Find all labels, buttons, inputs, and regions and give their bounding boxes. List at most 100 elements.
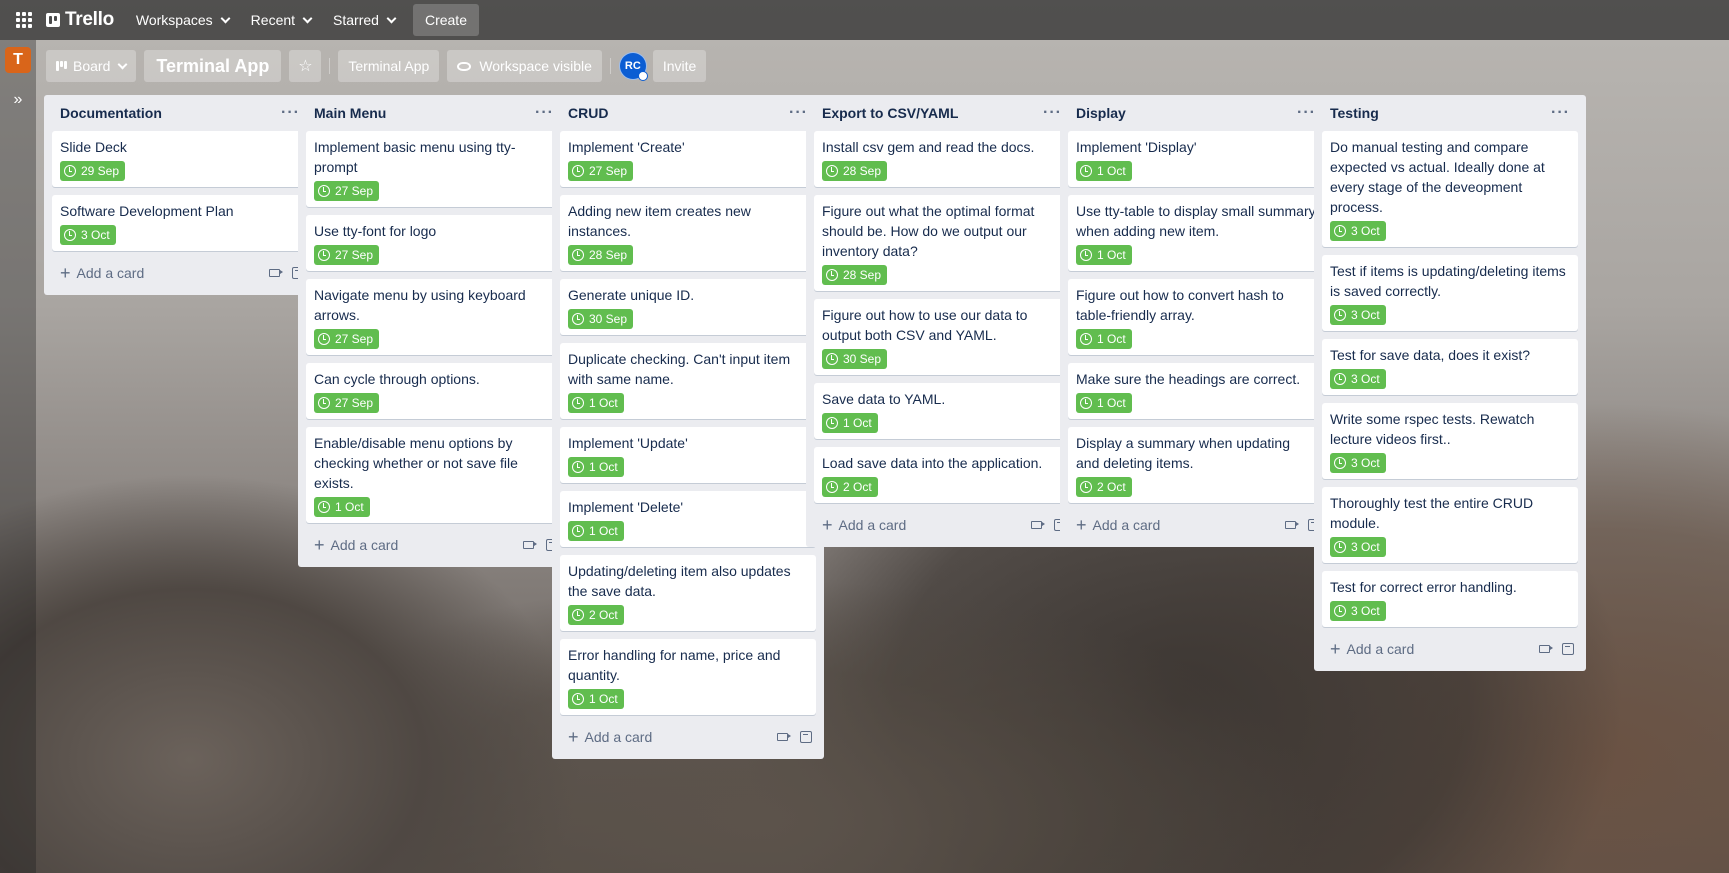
card[interactable]: Test for correct error handling. 3 Oct xyxy=(1322,571,1578,627)
card[interactable]: Implement 'Delete' 1 Oct xyxy=(560,491,816,547)
due-date-badge[interactable]: 2 Oct xyxy=(568,605,624,625)
card[interactable]: Enable/disable menu options by checking … xyxy=(306,427,562,523)
due-date-badge[interactable]: 3 Oct xyxy=(1330,453,1386,473)
add-card-button[interactable]: + Add a card xyxy=(1330,640,1414,658)
list-header[interactable]: Main Menu ··· xyxy=(306,95,562,131)
record-video-icon[interactable] xyxy=(777,733,791,741)
card[interactable]: Software Development Plan 3 Oct xyxy=(52,195,308,251)
card[interactable]: Error handling for name, price and quant… xyxy=(560,639,816,715)
nav-recent[interactable]: Recent xyxy=(241,4,321,36)
card[interactable]: Figure out how to use our data to output… xyxy=(814,299,1070,375)
card[interactable]: Implement 'Display' 1 Oct xyxy=(1068,131,1324,187)
list-header[interactable]: Display ··· xyxy=(1068,95,1324,131)
add-card-button[interactable]: + Add a card xyxy=(568,728,652,746)
due-date-badge[interactable]: 1 Oct xyxy=(1076,161,1132,181)
nav-workspaces[interactable]: Workspaces xyxy=(126,4,239,36)
workspace-button[interactable]: Terminal App xyxy=(338,50,440,82)
card[interactable]: Implement basic menu using tty-prompt 27 … xyxy=(306,131,562,207)
due-date-badge[interactable]: 1 Oct xyxy=(314,497,370,517)
trello-logo[interactable]: Trello xyxy=(46,9,114,31)
list-title[interactable]: Export to CSV/YAML xyxy=(822,105,958,121)
create-button[interactable]: Create xyxy=(412,4,479,36)
due-date-badge[interactable]: 3 Oct xyxy=(1330,601,1386,621)
card[interactable]: Implement 'Update' 1 Oct xyxy=(560,427,816,483)
due-date-badge[interactable]: 3 Oct xyxy=(1330,221,1386,241)
list-header[interactable]: Export to CSV/YAML ··· xyxy=(814,95,1070,131)
card[interactable]: Do manual testing and compare expected v… xyxy=(1322,131,1578,247)
due-date-badge[interactable]: 1 Oct xyxy=(1076,393,1132,413)
card[interactable]: Make sure the headings are correct. 1 Oct xyxy=(1068,363,1324,419)
due-date-badge[interactable]: 28 Sep xyxy=(568,245,634,265)
due-date-badge[interactable]: 2 Oct xyxy=(822,477,878,497)
due-date-badge[interactable]: 27 Sep xyxy=(314,329,380,349)
due-date-badge[interactable]: 28 Sep xyxy=(822,265,888,285)
due-date-badge[interactable]: 1 Oct xyxy=(1076,329,1132,349)
list-header[interactable]: CRUD ··· xyxy=(560,95,816,131)
list-header[interactable]: Testing ··· xyxy=(1322,95,1578,131)
due-date-badge[interactable]: 1 Oct xyxy=(1076,245,1132,265)
card[interactable]: Updating/deleting item also updates the … xyxy=(560,555,816,631)
card[interactable]: Display a summary when updating and dele… xyxy=(1068,427,1324,503)
list-title[interactable]: Main Menu xyxy=(314,105,386,121)
app-switcher-icon[interactable] xyxy=(12,8,36,32)
record-video-icon[interactable] xyxy=(523,541,537,549)
due-date-badge[interactable]: 3 Oct xyxy=(1330,537,1386,557)
add-card-button[interactable]: + Add a card xyxy=(822,516,906,534)
due-date-badge[interactable]: 3 Oct xyxy=(1330,305,1386,325)
due-date-badge[interactable]: 1 Oct xyxy=(568,689,624,709)
list-menu-icon[interactable]: ··· xyxy=(1547,105,1574,121)
card[interactable]: Adding new item creates new instances. 28… xyxy=(560,195,816,271)
due-date-badge[interactable]: 27 Sep xyxy=(568,161,634,181)
due-date-badge[interactable]: 1 Oct xyxy=(568,393,624,413)
record-video-icon[interactable] xyxy=(1031,521,1045,529)
nav-starred[interactable]: Starred xyxy=(323,4,405,36)
card[interactable]: Write some rspec tests. Rewatch lecture … xyxy=(1322,403,1578,479)
due-date-badge[interactable]: 29 Sep xyxy=(60,161,126,181)
workspace-avatar[interactable]: T xyxy=(5,47,31,73)
card[interactable]: Use tty-table to display small summary w… xyxy=(1068,195,1324,271)
due-date-badge[interactable]: 1 Oct xyxy=(568,521,624,541)
list-title[interactable]: Display xyxy=(1076,105,1126,121)
card[interactable]: Implement 'Create' 27 Sep xyxy=(560,131,816,187)
card[interactable]: Can cycle through options. 27 Sep xyxy=(306,363,562,419)
due-date-badge[interactable]: 27 Sep xyxy=(314,393,380,413)
due-date-badge[interactable]: 1 Oct xyxy=(568,457,624,477)
card[interactable]: Figure out how to convert hash to table-… xyxy=(1068,279,1324,355)
card[interactable]: Load save data into the application. 2 Oc… xyxy=(814,447,1070,503)
record-video-icon[interactable] xyxy=(1539,645,1553,653)
board-title[interactable]: Terminal App xyxy=(144,50,282,82)
board-view-switcher[interactable]: Board xyxy=(46,50,137,82)
add-card-button[interactable]: + Add a card xyxy=(60,264,144,282)
invite-button[interactable]: Invite xyxy=(652,50,707,82)
due-date-badge[interactable]: 3 Oct xyxy=(1330,369,1386,389)
due-date-badge[interactable]: 27 Sep xyxy=(314,181,380,201)
add-card-button[interactable]: + Add a card xyxy=(1076,516,1160,534)
card-template-icon[interactable] xyxy=(1562,643,1574,655)
avatar[interactable]: RC xyxy=(618,52,648,81)
card[interactable]: Thoroughly test the entire CRUD module. 3… xyxy=(1322,487,1578,563)
list-title[interactable]: CRUD xyxy=(568,105,608,121)
visibility-button[interactable]: Workspace visible xyxy=(447,50,602,82)
record-video-icon[interactable] xyxy=(1285,521,1299,529)
card[interactable]: Install csv gem and read the docs. 28 Sep xyxy=(814,131,1070,187)
record-video-icon[interactable] xyxy=(269,269,283,277)
card[interactable]: Save data to YAML. 1 Oct xyxy=(814,383,1070,439)
list-header[interactable]: Documentation ··· xyxy=(52,95,308,131)
star-icon[interactable]: ☆ xyxy=(289,50,322,82)
expand-sidebar-icon[interactable]: » xyxy=(6,88,30,112)
due-date-badge[interactable]: 30 Sep xyxy=(568,309,634,329)
add-card-button[interactable]: + Add a card xyxy=(314,536,398,554)
card[interactable]: Test if items is updating/deleting items… xyxy=(1322,255,1578,331)
due-date-badge[interactable]: 3 Oct xyxy=(60,225,116,245)
due-date-badge[interactable]: 1 Oct xyxy=(822,413,878,433)
card[interactable]: Navigate menu by using keyboard arrows. 2… xyxy=(306,279,562,355)
due-date-badge[interactable]: 27 Sep xyxy=(314,245,380,265)
card[interactable]: Slide Deck 29 Sep xyxy=(52,131,308,187)
list-title[interactable]: Testing xyxy=(1330,105,1379,121)
card[interactable]: Figure out what the optimal format shoul… xyxy=(814,195,1070,291)
card[interactable]: Use tty-font for logo 27 Sep xyxy=(306,215,562,271)
card[interactable]: Duplicate checking. Can't input item wit… xyxy=(560,343,816,419)
due-date-badge[interactable]: 2 Oct xyxy=(1076,477,1132,497)
card[interactable]: Test for save data, does it exist? 3 Oct xyxy=(1322,339,1578,395)
card-template-icon[interactable] xyxy=(800,731,812,743)
